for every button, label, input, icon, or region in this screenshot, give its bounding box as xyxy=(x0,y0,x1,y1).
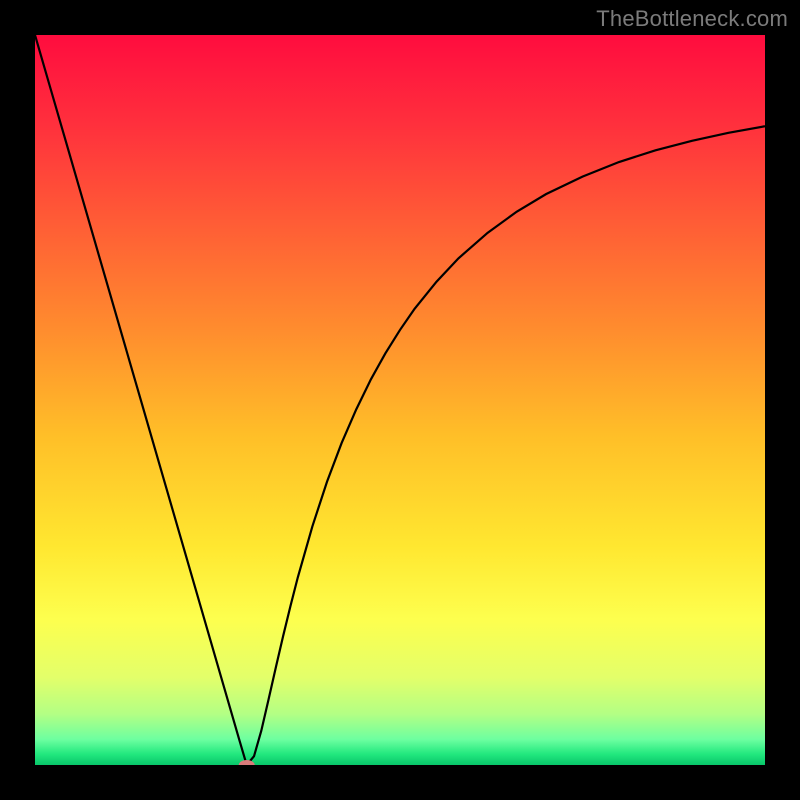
plot-area xyxy=(35,35,765,765)
gradient-background xyxy=(35,35,765,765)
chart-frame: TheBottleneck.com xyxy=(0,0,800,800)
chart-svg xyxy=(35,35,765,765)
watermark-text: TheBottleneck.com xyxy=(596,6,788,32)
